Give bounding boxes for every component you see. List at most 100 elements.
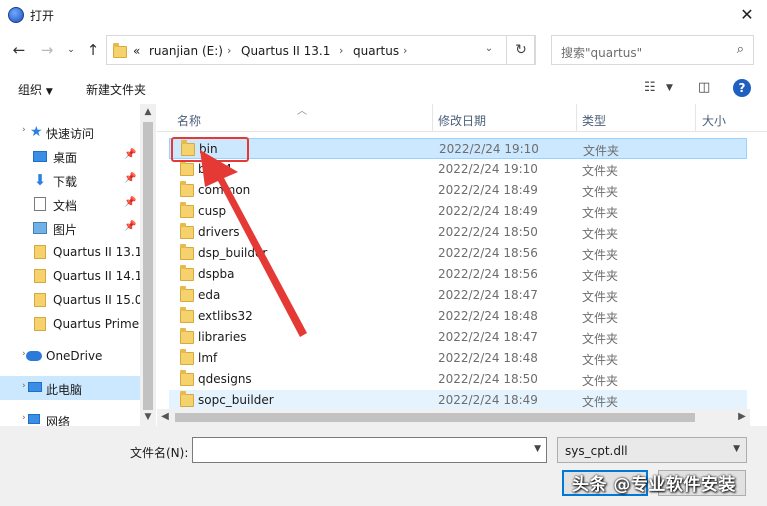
search-icon[interactable]: ⌕: [737, 42, 744, 57]
scrollbar-thumb[interactable]: [143, 122, 153, 410]
table-row[interactable]: lmf 2022/2/24 18:48 文件夹: [169, 348, 747, 369]
forward-arrow-icon[interactable]: →: [38, 41, 56, 59]
folder-icon: [180, 181, 194, 197]
column-size[interactable]: 大小: [702, 112, 726, 129]
sidebar-item-quartus-13-1[interactable]: Quartus II 13.1: [0, 240, 142, 264]
caret-down-icon[interactable]: ▼: [666, 83, 673, 93]
recent-dropdown-icon[interactable]: ⌄: [62, 41, 80, 59]
sidebar-item-quartus-15-0[interactable]: Quartus II 15.0: [0, 288, 142, 312]
filename-field[interactable]: ▼: [192, 437, 547, 463]
app-icon: [8, 7, 24, 23]
sidebar-item-label: Quartus II 14.1: [53, 269, 143, 283]
scroll-right-icon[interactable]: ▶: [734, 411, 750, 422]
picture-icon: [33, 222, 47, 234]
organize-button[interactable]: 组织 ▼: [18, 81, 53, 98]
file-type: 文件夹: [582, 206, 619, 220]
sidebar-item-network[interactable]: › 网络: [0, 408, 140, 426]
table-row[interactable]: sopc_builder 2022/2/24 18:49 文件夹: [169, 390, 747, 411]
sidebar-item-onedrive[interactable]: › OneDrive: [0, 344, 140, 368]
chevron-right-icon[interactable]: ›: [403, 44, 407, 57]
table-row[interactable]: bin64 2022/2/24 19:10 文件夹: [169, 159, 747, 180]
file-type-filter[interactable]: sys_cpt.dll ▼: [557, 437, 747, 463]
cloud-icon: [26, 351, 42, 361]
column-header: ︿ 名称 修改日期 类型 大小: [157, 104, 767, 132]
folder-icon: [180, 286, 194, 302]
column-modified[interactable]: 修改日期: [438, 112, 486, 129]
sidebar-scrollbar[interactable]: ▲ ▼: [140, 104, 156, 426]
address-bar[interactable]: « ruanjian (E:) › Quartus II 13.1 › quar…: [106, 35, 535, 65]
sidebar-item-documents[interactable]: 文档 📌: [0, 192, 140, 216]
back-arrow-icon[interactable]: ←: [10, 41, 28, 59]
file-modified: 2022/2/24 18:49: [438, 183, 538, 197]
help-icon[interactable]: ?: [733, 79, 751, 97]
scrollbar-thumb[interactable]: [175, 413, 695, 422]
table-row[interactable]: cusp 2022/2/24 18:49 文件夹: [169, 201, 747, 222]
close-button[interactable]: ✕: [727, 0, 767, 30]
search-input[interactable]: 搜索"quartus" ⌕: [551, 35, 754, 65]
sidebar-item-label: 快速访问: [46, 127, 95, 141]
file-modified: 2022/2/24 18:50: [438, 372, 538, 386]
sidebar-item-quartus-prime[interactable]: Quartus Prime: [0, 312, 140, 336]
table-row[interactable]: libraries 2022/2/24 18:47 文件夹: [169, 327, 747, 348]
up-arrow-icon[interactable]: ↑: [84, 41, 102, 59]
chevron-right-icon[interactable]: ›: [22, 413, 26, 423]
window-title: 打开: [30, 9, 55, 23]
folder-icon: [180, 265, 194, 281]
sidebar-item-desktop[interactable]: 桌面 📌: [0, 144, 140, 168]
chevron-right-icon[interactable]: ›: [22, 349, 26, 359]
file-modified: 2022/2/24 19:10: [439, 142, 539, 156]
scroll-up-icon[interactable]: ▲: [140, 107, 156, 117]
column-name[interactable]: 名称: [177, 112, 201, 129]
scroll-down-icon[interactable]: ▼: [140, 412, 156, 422]
file-list-hscrollbar[interactable]: ◀ ▶: [157, 409, 750, 426]
navigation-pane[interactable]: › ★ 快速访问 桌面 📌 ⬇ 下载 📌 文档 📌 图片 📌 Quartus I…: [0, 104, 157, 426]
sidebar-item-quartus-14-1[interactable]: Quartus II 14.1: [0, 264, 143, 288]
folder-icon: [180, 391, 194, 407]
sidebar-item-this-pc[interactable]: › 此电脑: [0, 376, 140, 400]
file-type: 文件夹: [582, 374, 619, 388]
breadcrumb-overflow[interactable]: «: [133, 44, 140, 58]
table-row[interactable]: common 2022/2/24 18:49 文件夹: [169, 180, 747, 201]
column-divider[interactable]: [432, 104, 433, 132]
column-divider[interactable]: [576, 104, 577, 132]
file-type: 文件夹: [582, 227, 619, 241]
chevron-down-icon[interactable]: ▼: [534, 444, 541, 454]
table-row[interactable]: dsp_builder 2022/2/24 18:56 文件夹: [169, 243, 747, 264]
sidebar-item-label: 下载: [53, 175, 78, 189]
file-modified: 2022/2/24 18:56: [438, 246, 538, 260]
column-type[interactable]: 类型: [582, 112, 606, 129]
download-icon: ⬇: [33, 171, 47, 189]
folder-icon: [34, 245, 46, 259]
table-row[interactable]: dspba 2022/2/24 18:56 文件夹: [169, 264, 747, 285]
column-divider[interactable]: [695, 104, 696, 132]
sort-ascending-icon: ︿: [297, 106, 307, 117]
table-row[interactable]: bin 2022/2/24 19:10 文件夹: [169, 138, 747, 159]
file-type: 文件夹: [582, 248, 619, 262]
chevron-right-icon[interactable]: ›: [227, 44, 231, 57]
table-row[interactable]: eda 2022/2/24 18:47 文件夹: [169, 285, 747, 306]
refresh-button[interactable]: ↻: [506, 35, 536, 65]
chevron-right-icon[interactable]: ›: [22, 125, 26, 135]
sidebar-item-label: 文档: [53, 199, 78, 213]
chevron-down-icon[interactable]: ⌄: [481, 43, 497, 54]
breadcrumb-current-folder[interactable]: quartus: [353, 44, 399, 58]
new-folder-button[interactable]: 新建文件夹: [86, 81, 146, 98]
breadcrumb-drive[interactable]: ruanjian (E:): [149, 44, 223, 58]
preview-pane-icon[interactable]: ◫: [698, 80, 710, 95]
sidebar-item-downloads[interactable]: ⬇ 下载 📌: [0, 168, 140, 192]
chevron-down-icon[interactable]: ▼: [733, 444, 740, 454]
table-row[interactable]: extlibs32 2022/2/24 18:48 文件夹: [169, 306, 747, 327]
sidebar-item-quick-access[interactable]: › ★ 快速访问: [0, 120, 140, 144]
file-name: dsp_builder: [198, 246, 268, 260]
breadcrumb-quartus-version[interactable]: Quartus II 13.1: [241, 44, 330, 58]
view-options-icon[interactable]: ☷: [644, 80, 656, 95]
table-row[interactable]: drivers 2022/2/24 18:50 文件夹: [169, 222, 747, 243]
navigation-bar: ← → ⌄ ↑ « ruanjian (E:) › Quartus II 13.…: [0, 32, 767, 68]
file-name: common: [198, 183, 251, 197]
sidebar-item-pictures[interactable]: 图片 📌: [0, 216, 140, 240]
title-bar: 打开 ✕: [0, 0, 767, 30]
scroll-left-icon[interactable]: ◀: [157, 411, 173, 422]
chevron-right-icon[interactable]: ›: [22, 381, 26, 391]
table-row[interactable]: qdesigns 2022/2/24 18:50 文件夹: [169, 369, 747, 390]
chevron-right-icon[interactable]: ›: [339, 44, 343, 57]
